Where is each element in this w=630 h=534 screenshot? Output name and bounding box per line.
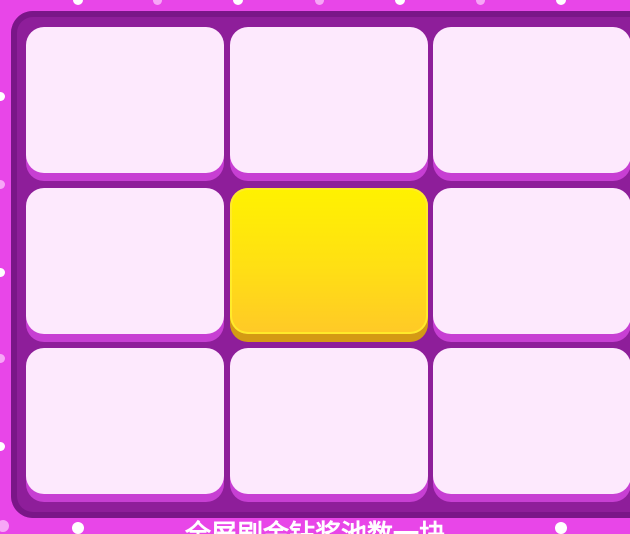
grid-tile-highlighted[interactable] xyxy=(230,188,428,334)
grid-tile[interactable] xyxy=(26,188,224,334)
grid-tile[interactable] xyxy=(230,27,428,173)
decor-dot xyxy=(0,180,5,189)
decor-dot xyxy=(476,0,485,5)
decor-dot xyxy=(153,0,162,5)
prize-grid-board xyxy=(11,11,630,518)
decor-dot xyxy=(315,0,324,5)
caption-text: 全屏刷金钻奖池数一块 xyxy=(0,518,630,534)
decor-dot xyxy=(0,268,5,277)
decor-dot xyxy=(0,442,5,451)
grid-tile[interactable] xyxy=(433,188,630,334)
grid-tile[interactable] xyxy=(433,27,630,173)
decor-dot xyxy=(0,92,5,101)
grid-tile[interactable] xyxy=(26,348,224,494)
decor-dot xyxy=(233,0,243,5)
decor-dot xyxy=(395,0,405,5)
decor-dot xyxy=(0,354,5,363)
decor-dot xyxy=(556,0,566,5)
decor-dot xyxy=(73,0,83,5)
grid-tile[interactable] xyxy=(230,348,428,494)
game-screen: 全屏刷金钻奖池数一块 xyxy=(0,0,630,534)
grid-tile[interactable] xyxy=(26,27,224,173)
grid-tile[interactable] xyxy=(433,348,630,494)
